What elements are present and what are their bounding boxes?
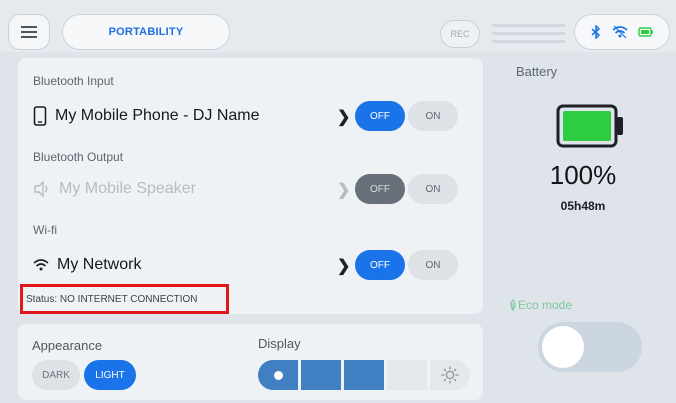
brightness-slider[interactable] — [258, 360, 470, 390]
sun-icon[interactable] — [430, 360, 470, 390]
wifi-row[interactable]: My Network ❯ OFF ON — [33, 250, 478, 280]
brightness-knob[interactable] — [273, 370, 283, 380]
bluetooth-output-label: Bluetooth Output — [33, 150, 124, 164]
display-label: Display — [258, 336, 301, 351]
eco-mode-toggle[interactable] — [538, 322, 642, 372]
eco-mode-label: Eco mode — [518, 298, 573, 312]
eco-mode-label-group: Eco mode — [508, 298, 572, 312]
wifi-status-text: Status: NO INTERNET CONNECTION — [20, 284, 229, 314]
appearance-toggle[interactable]: DARK LIGHT — [32, 360, 136, 390]
brightness-segment-1[interactable] — [258, 360, 298, 390]
battery-time-remaining: 05h48m — [560, 199, 606, 213]
level-meter — [492, 24, 566, 44]
bluetooth-input-off-button[interactable]: OFF — [355, 101, 405, 131]
tab-portability[interactable]: PORTABILITY — [62, 14, 230, 50]
wifi-toggle[interactable]: OFF ON — [355, 250, 458, 280]
hamburger-menu-icon[interactable] — [8, 14, 50, 50]
appearance-panel: Appearance DARK LIGHT Display — [18, 324, 483, 400]
battery-panel: Battery 100% 05h48m Eco mode — [490, 52, 676, 403]
light-mode-button[interactable]: LIGHT — [84, 360, 136, 390]
rec-button[interactable]: REC — [440, 20, 480, 48]
appearance-label: Appearance — [32, 338, 103, 353]
bluetooth-input-on-button[interactable]: ON — [408, 101, 458, 131]
battery-large-icon — [556, 104, 623, 148]
bluetooth-input-device: My Mobile Phone - DJ Name — [55, 107, 260, 124]
dark-mode-button[interactable]: DARK — [32, 360, 80, 390]
eco-mode-toggle-knob[interactable] — [542, 326, 584, 368]
battery-percent: 100% — [549, 160, 617, 190]
connections-panel: Bluetooth Input My Mobile Phone - DJ Nam… — [18, 58, 483, 314]
wifi-icon — [33, 259, 49, 271]
speaker-icon — [34, 181, 48, 197]
bluetooth-output-toggle[interactable]: OFF ON — [355, 174, 458, 204]
battery-label: Battery — [516, 64, 558, 79]
bluetooth-input-label: Bluetooth Input — [33, 74, 114, 88]
bluetooth-input-toggle[interactable]: OFF ON — [355, 101, 458, 131]
bluetooth-output-row[interactable]: My Mobile Speaker ❯ OFF ON — [33, 174, 478, 204]
connection-status-pill[interactable] — [574, 14, 670, 50]
phone-icon — [33, 106, 47, 126]
leaf-icon — [510, 299, 516, 311]
chevron-right-icon[interactable]: ❯ — [337, 256, 350, 276]
bluetooth-output-off-button[interactable]: OFF — [355, 174, 405, 204]
top-bar: PORTABILITY REC — [0, 0, 676, 52]
wifi-off-button[interactable]: OFF — [355, 250, 405, 280]
brightness-segment-4[interactable] — [387, 360, 427, 390]
chevron-right-icon[interactable]: ❯ — [337, 107, 350, 127]
wifi-icon — [612, 25, 628, 39]
bluetooth-icon — [591, 25, 601, 39]
bluetooth-output-device: My Mobile Speaker — [59, 180, 196, 197]
wifi-on-button[interactable]: ON — [408, 250, 458, 280]
wifi-label: Wi-fi — [33, 223, 57, 237]
brightness-segment-2[interactable] — [301, 360, 341, 390]
bluetooth-input-row[interactable]: My Mobile Phone - DJ Name ❯ OFF ON — [33, 101, 478, 131]
brightness-segment-3[interactable] — [344, 360, 384, 390]
wifi-network-name: My Network — [57, 256, 142, 273]
chevron-right-icon[interactable]: ❯ — [337, 180, 350, 200]
battery-icon — [638, 27, 653, 37]
bluetooth-output-on-button[interactable]: ON — [408, 174, 458, 204]
